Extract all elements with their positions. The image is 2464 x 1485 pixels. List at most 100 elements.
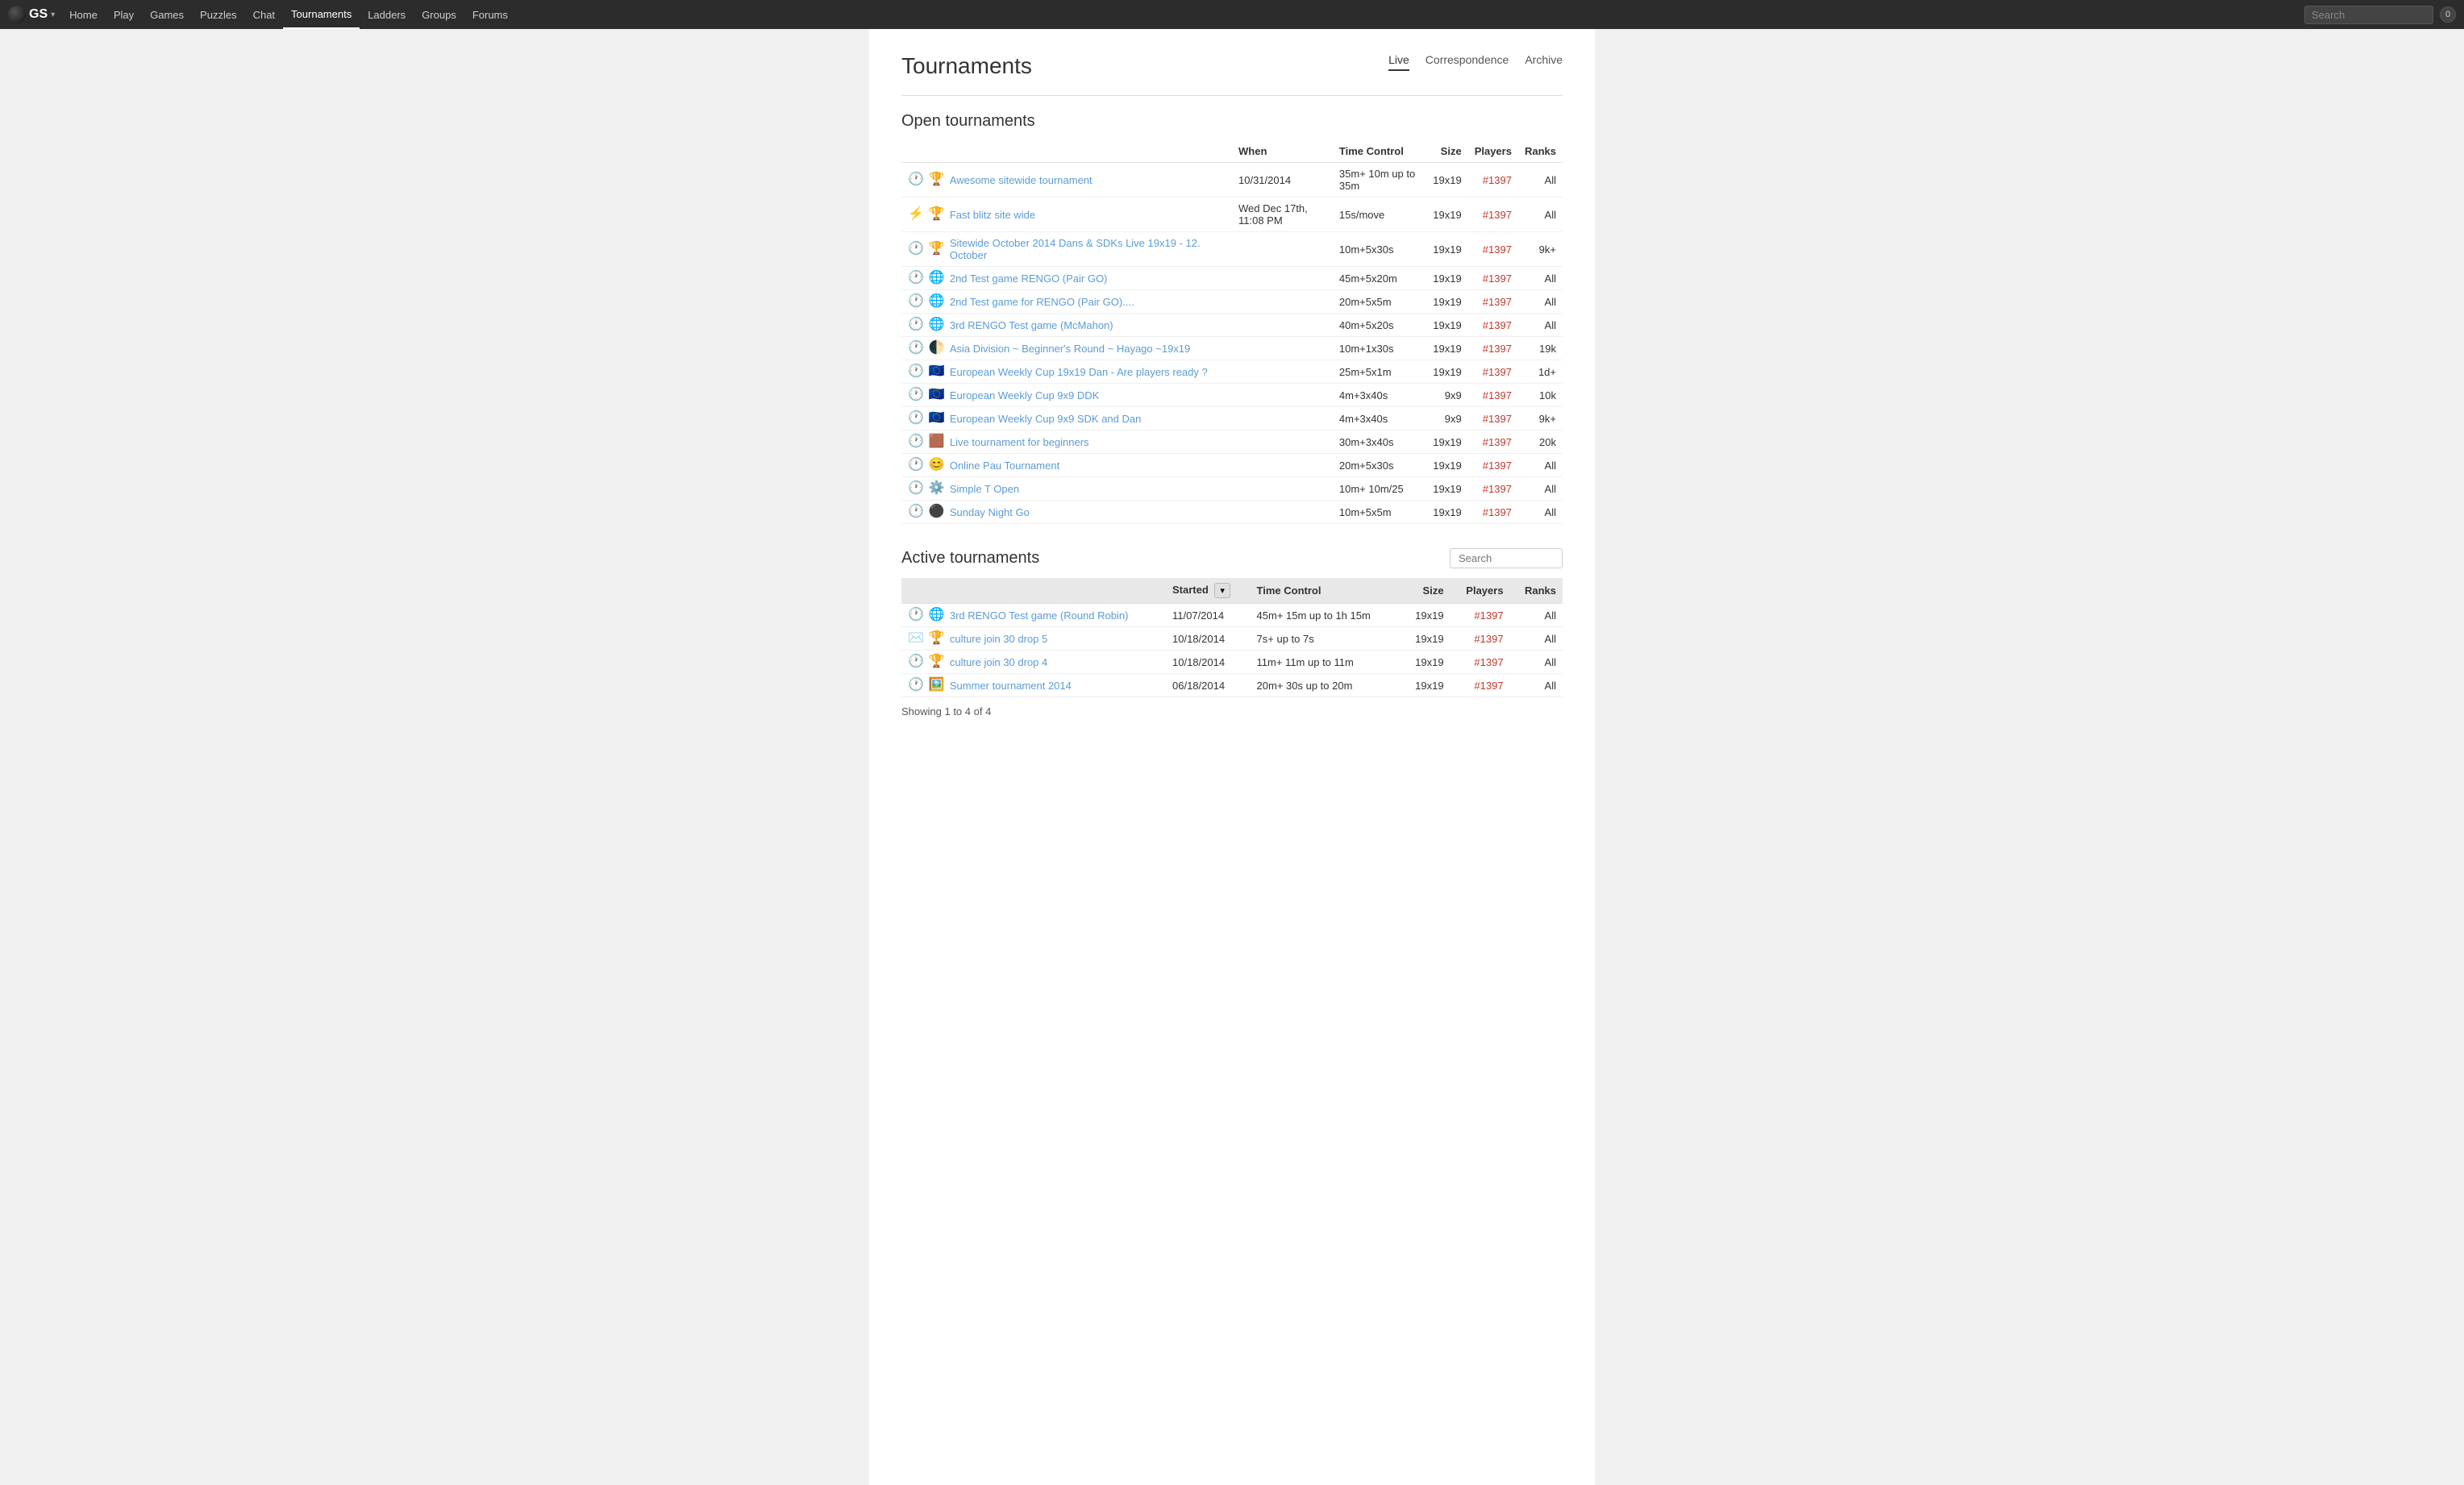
- search-input[interactable]: [2304, 6, 2433, 24]
- tournament-link[interactable]: Awesome sitewide tournament: [950, 174, 1093, 186]
- players-link[interactable]: #1397: [1483, 506, 1512, 518]
- sort-started-button[interactable]: ▾: [1214, 583, 1230, 598]
- players-link[interactable]: #1397: [1483, 483, 1512, 495]
- players-cell: #1397: [1468, 407, 1518, 431]
- tournament-name-cell: 🕐 🌓 Asia Division ~ Beginner's Round ~ H…: [901, 337, 1232, 360]
- players-link[interactable]: #1397: [1483, 243, 1512, 256]
- when-cell: [1232, 431, 1333, 454]
- nav-item-tournaments[interactable]: Tournaments: [283, 0, 360, 29]
- players-link[interactable]: #1397: [1474, 680, 1503, 692]
- when-cell: [1232, 267, 1333, 290]
- players-cell: #1397: [1451, 651, 1510, 674]
- ranks-cell: All: [1518, 290, 1563, 314]
- tournament-link[interactable]: 2nd Test game for RENGO (Pair GO)....: [950, 296, 1134, 308]
- active-tournaments-title: Active tournaments: [901, 549, 1039, 568]
- nav-item-play[interactable]: Play: [106, 0, 142, 29]
- players-link[interactable]: #1397: [1483, 460, 1512, 472]
- page-title: Tournaments: [901, 53, 1032, 79]
- tournament-link[interactable]: European Weekly Cup 19x19 Dan - Are play…: [950, 366, 1208, 378]
- tournament-name-cell: 🕐 🇪🇺 European Weekly Cup 9x9 SDK and Dan: [901, 407, 1232, 431]
- open-tournaments-title: Open tournaments: [901, 112, 1563, 131]
- players-link[interactable]: #1397: [1483, 343, 1512, 355]
- tab-correspondence[interactable]: Correspondence: [1426, 53, 1509, 71]
- tournament-link[interactable]: 2nd Test game RENGO (Pair GO): [950, 272, 1108, 285]
- tournament-link[interactable]: Summer tournament 2014: [950, 680, 1072, 692]
- players-link[interactable]: #1397: [1483, 389, 1512, 401]
- when-cell: [1232, 477, 1333, 501]
- time-control-cell: 20m+ 30s up to 20m: [1251, 674, 1401, 697]
- tournament-type-icon: 🌐: [929, 295, 945, 308]
- players-link[interactable]: #1397: [1483, 413, 1512, 425]
- players-link[interactable]: #1397: [1474, 656, 1503, 668]
- players-link[interactable]: #1397: [1474, 609, 1503, 622]
- tournament-type-icon: ⚙️: [929, 482, 945, 495]
- tournament-link[interactable]: culture join 30 drop 4: [950, 656, 1047, 668]
- tournament-name-cell: 🕐 🏆 culture join 30 drop 4: [901, 651, 1166, 674]
- size-cell: 19x19: [1401, 674, 1450, 697]
- notification-badge[interactable]: 0: [2440, 6, 2456, 23]
- players-link[interactable]: #1397: [1483, 296, 1512, 308]
- tournament-link[interactable]: Online Pau Tournament: [950, 460, 1059, 472]
- tournament-name-cell: ⚡ 🏆 Fast blitz site wide: [901, 198, 1232, 232]
- nav-item-groups[interactable]: Groups: [414, 0, 464, 29]
- players-link[interactable]: #1397: [1483, 209, 1512, 221]
- table-row: 🕐 🏆 Awesome sitewide tournament 10/31/20…: [901, 163, 1563, 198]
- tournament-type-icon: 🏆: [929, 208, 945, 221]
- time-control-cell: 45m+ 15m up to 1h 15m: [1251, 604, 1401, 627]
- tournament-type-icon: 🇪🇺: [929, 412, 945, 425]
- when-cell: 10/31/2014: [1232, 163, 1333, 198]
- tab-live[interactable]: Live: [1388, 53, 1409, 71]
- players-link[interactable]: #1397: [1483, 174, 1512, 186]
- status-icon: 🕐: [908, 505, 924, 518]
- tournament-link[interactable]: European Weekly Cup 9x9 SDK and Dan: [950, 413, 1142, 425]
- nav-item-games[interactable]: Games: [142, 0, 192, 29]
- players-link[interactable]: #1397: [1483, 319, 1512, 331]
- col-players: Players: [1468, 140, 1518, 163]
- time-control-cell: 30m+3x40s: [1333, 431, 1426, 454]
- players-link[interactable]: #1397: [1483, 272, 1512, 285]
- tournament-name-cell: 🕐 🏆 Sitewide October 2014 Dans & SDKs Li…: [901, 232, 1232, 267]
- nav-item-puzzles[interactable]: Puzzles: [192, 0, 245, 29]
- active-search-input[interactable]: [1450, 548, 1563, 568]
- tournament-name-cell: 🕐 🌐 2nd Test game RENGO (Pair GO): [901, 267, 1232, 290]
- tournament-link[interactable]: Asia Division ~ Beginner's Round ~ Hayag…: [950, 343, 1190, 355]
- tournament-link[interactable]: Sitewide October 2014 Dans & SDKs Live 1…: [950, 237, 1226, 261]
- tab-archive[interactable]: Archive: [1525, 53, 1563, 71]
- tournament-link[interactable]: 3rd RENGO Test game (Round Robin): [950, 609, 1129, 622]
- tournament-link[interactable]: Simple T Open: [950, 483, 1019, 495]
- players-link[interactable]: #1397: [1483, 366, 1512, 378]
- nav-item-home[interactable]: Home: [61, 0, 106, 29]
- tournament-type-icon: 🟫: [929, 435, 945, 448]
- tournament-link[interactable]: Live tournament for beginners: [950, 436, 1089, 448]
- active-section-header: Active tournaments: [901, 548, 1563, 568]
- tournament-type-icon: 🇪🇺: [929, 389, 945, 401]
- status-icon: 🕐: [908, 655, 924, 668]
- status-icon: ⚡: [908, 208, 924, 221]
- table-row: 🕐 🌐 2nd Test game RENGO (Pair GO) 45m+5x…: [901, 267, 1563, 290]
- tournament-link[interactable]: culture join 30 drop 5: [950, 633, 1047, 645]
- logo[interactable]: GS ▾: [8, 6, 55, 23]
- tournament-link[interactable]: 3rd RENGO Test game (McMahon): [950, 319, 1113, 331]
- nav-item-chat[interactable]: Chat: [245, 0, 283, 29]
- players-cell: #1397: [1468, 477, 1518, 501]
- tournament-link[interactable]: Sunday Night Go: [950, 506, 1030, 518]
- tournament-link[interactable]: European Weekly Cup 9x9 DDK: [950, 389, 1099, 401]
- players-cell: #1397: [1468, 163, 1518, 198]
- players-link[interactable]: #1397: [1483, 436, 1512, 448]
- time-control-cell: 40m+5x20s: [1333, 314, 1426, 337]
- time-control-cell: 25m+5x1m: [1333, 360, 1426, 384]
- status-icon: 🕐: [908, 609, 924, 622]
- tournament-link[interactable]: Fast blitz site wide: [950, 209, 1035, 221]
- navbar: GS ▾ HomePlayGamesPuzzlesChatTournaments…: [0, 0, 2464, 29]
- main-content: Tournaments Live Correspondence Archive Op…: [869, 29, 1595, 1485]
- tournament-type-icon: 🌐: [929, 272, 945, 285]
- nav-item-ladders[interactable]: Ladders: [360, 0, 414, 29]
- showing-text: Showing 1 to 4 of 4: [901, 705, 1563, 718]
- status-icon: ✉️: [908, 632, 924, 645]
- table-row: 🕐 ⚙️ Simple T Open 10m+ 10m/25 19x19 #13…: [901, 477, 1563, 501]
- table-row: 🕐 🇪🇺 European Weekly Cup 19x19 Dan - Are…: [901, 360, 1563, 384]
- tournament-type-icon: 🏆: [929, 173, 945, 186]
- ranks-cell: 20k: [1518, 431, 1563, 454]
- players-link[interactable]: #1397: [1474, 633, 1503, 645]
- nav-item-forums[interactable]: Forums: [464, 0, 516, 29]
